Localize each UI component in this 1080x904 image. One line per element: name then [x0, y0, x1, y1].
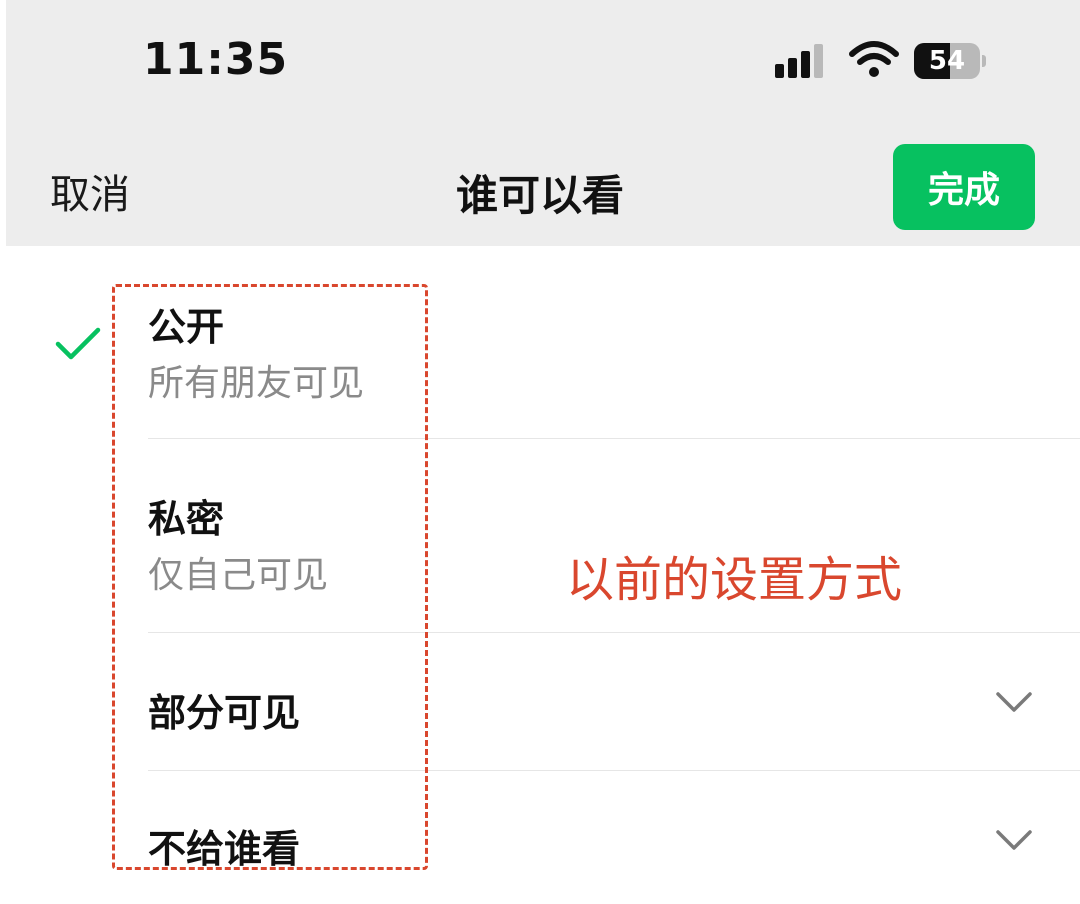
- option-subtitle: 仅自己可见: [148, 555, 329, 596]
- divider: [148, 632, 1080, 633]
- done-button[interactable]: 完成: [893, 144, 1035, 230]
- option-hide-from[interactable]: 不给谁看: [0, 772, 1080, 904]
- option-label: 不给谁看: [148, 827, 301, 871]
- option-partial-visible[interactable]: 部分可见: [0, 634, 1080, 770]
- divider: [148, 770, 1080, 771]
- option-public[interactable]: 公开 所有朋友可见: [0, 248, 1080, 438]
- battery-icon: 54: [914, 43, 986, 79]
- option-label: 公开: [148, 305, 225, 349]
- wifi-icon: [849, 41, 899, 77]
- signal-icon: [775, 44, 823, 78]
- divider: [148, 438, 1080, 439]
- option-label: 私密: [148, 497, 225, 541]
- battery-level: 54: [928, 46, 966, 76]
- chevron-down-icon: [996, 692, 1032, 712]
- check-icon: [55, 327, 101, 360]
- annotation-text: 以前的设置方式: [566, 552, 903, 608]
- option-private[interactable]: 私密 仅自己可见: [0, 440, 1080, 632]
- option-subtitle: 所有朋友可见: [148, 363, 365, 404]
- option-label: 部分可见: [148, 691, 301, 735]
- status-time: 11:35: [143, 34, 289, 85]
- chevron-down-icon: [996, 830, 1032, 850]
